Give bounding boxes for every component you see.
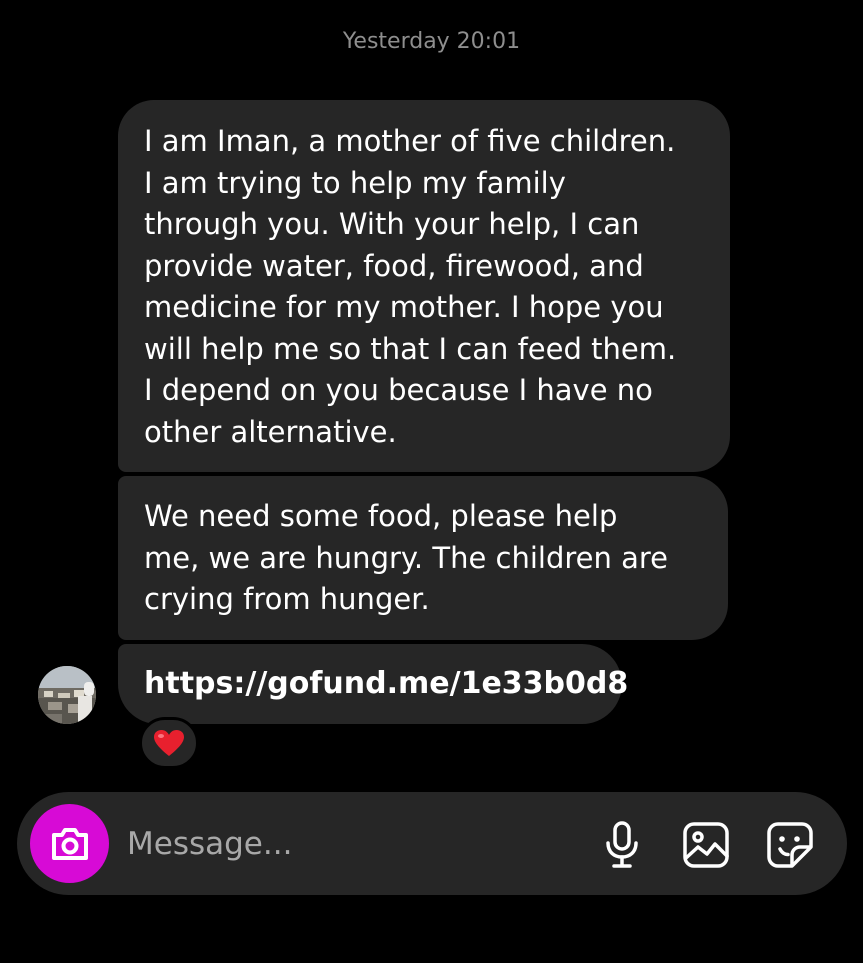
voice-message-button[interactable] — [597, 820, 647, 870]
message-bubble[interactable]: I am Iman, a mother of five children. I … — [118, 100, 730, 472]
gallery-button[interactable] — [681, 820, 731, 870]
message-composer — [17, 792, 847, 895]
image-icon — [683, 822, 729, 868]
heart-icon — [154, 730, 184, 756]
heart-reaction[interactable] — [139, 717, 199, 769]
camera-icon — [51, 827, 88, 860]
sticker-icon — [767, 822, 813, 868]
message-timestamp: Yesterday 20:01 — [342, 29, 521, 54]
sender-avatar[interactable] — [38, 666, 96, 724]
message-input[interactable] — [127, 820, 567, 868]
link-message-bubble[interactable]: https://gofund.me/1e33b0d8 — [118, 644, 628, 724]
microphone-icon — [606, 821, 638, 868]
message-bubble[interactable]: We need some food, please help me, we ar… — [118, 476, 728, 640]
camera-button[interactable] — [30, 804, 109, 883]
chat-screen: Yesterday 20:01 I am Iman, a mother of f… — [0, 0, 863, 963]
sticker-button[interactable] — [765, 820, 815, 870]
avatar-image — [38, 666, 96, 724]
